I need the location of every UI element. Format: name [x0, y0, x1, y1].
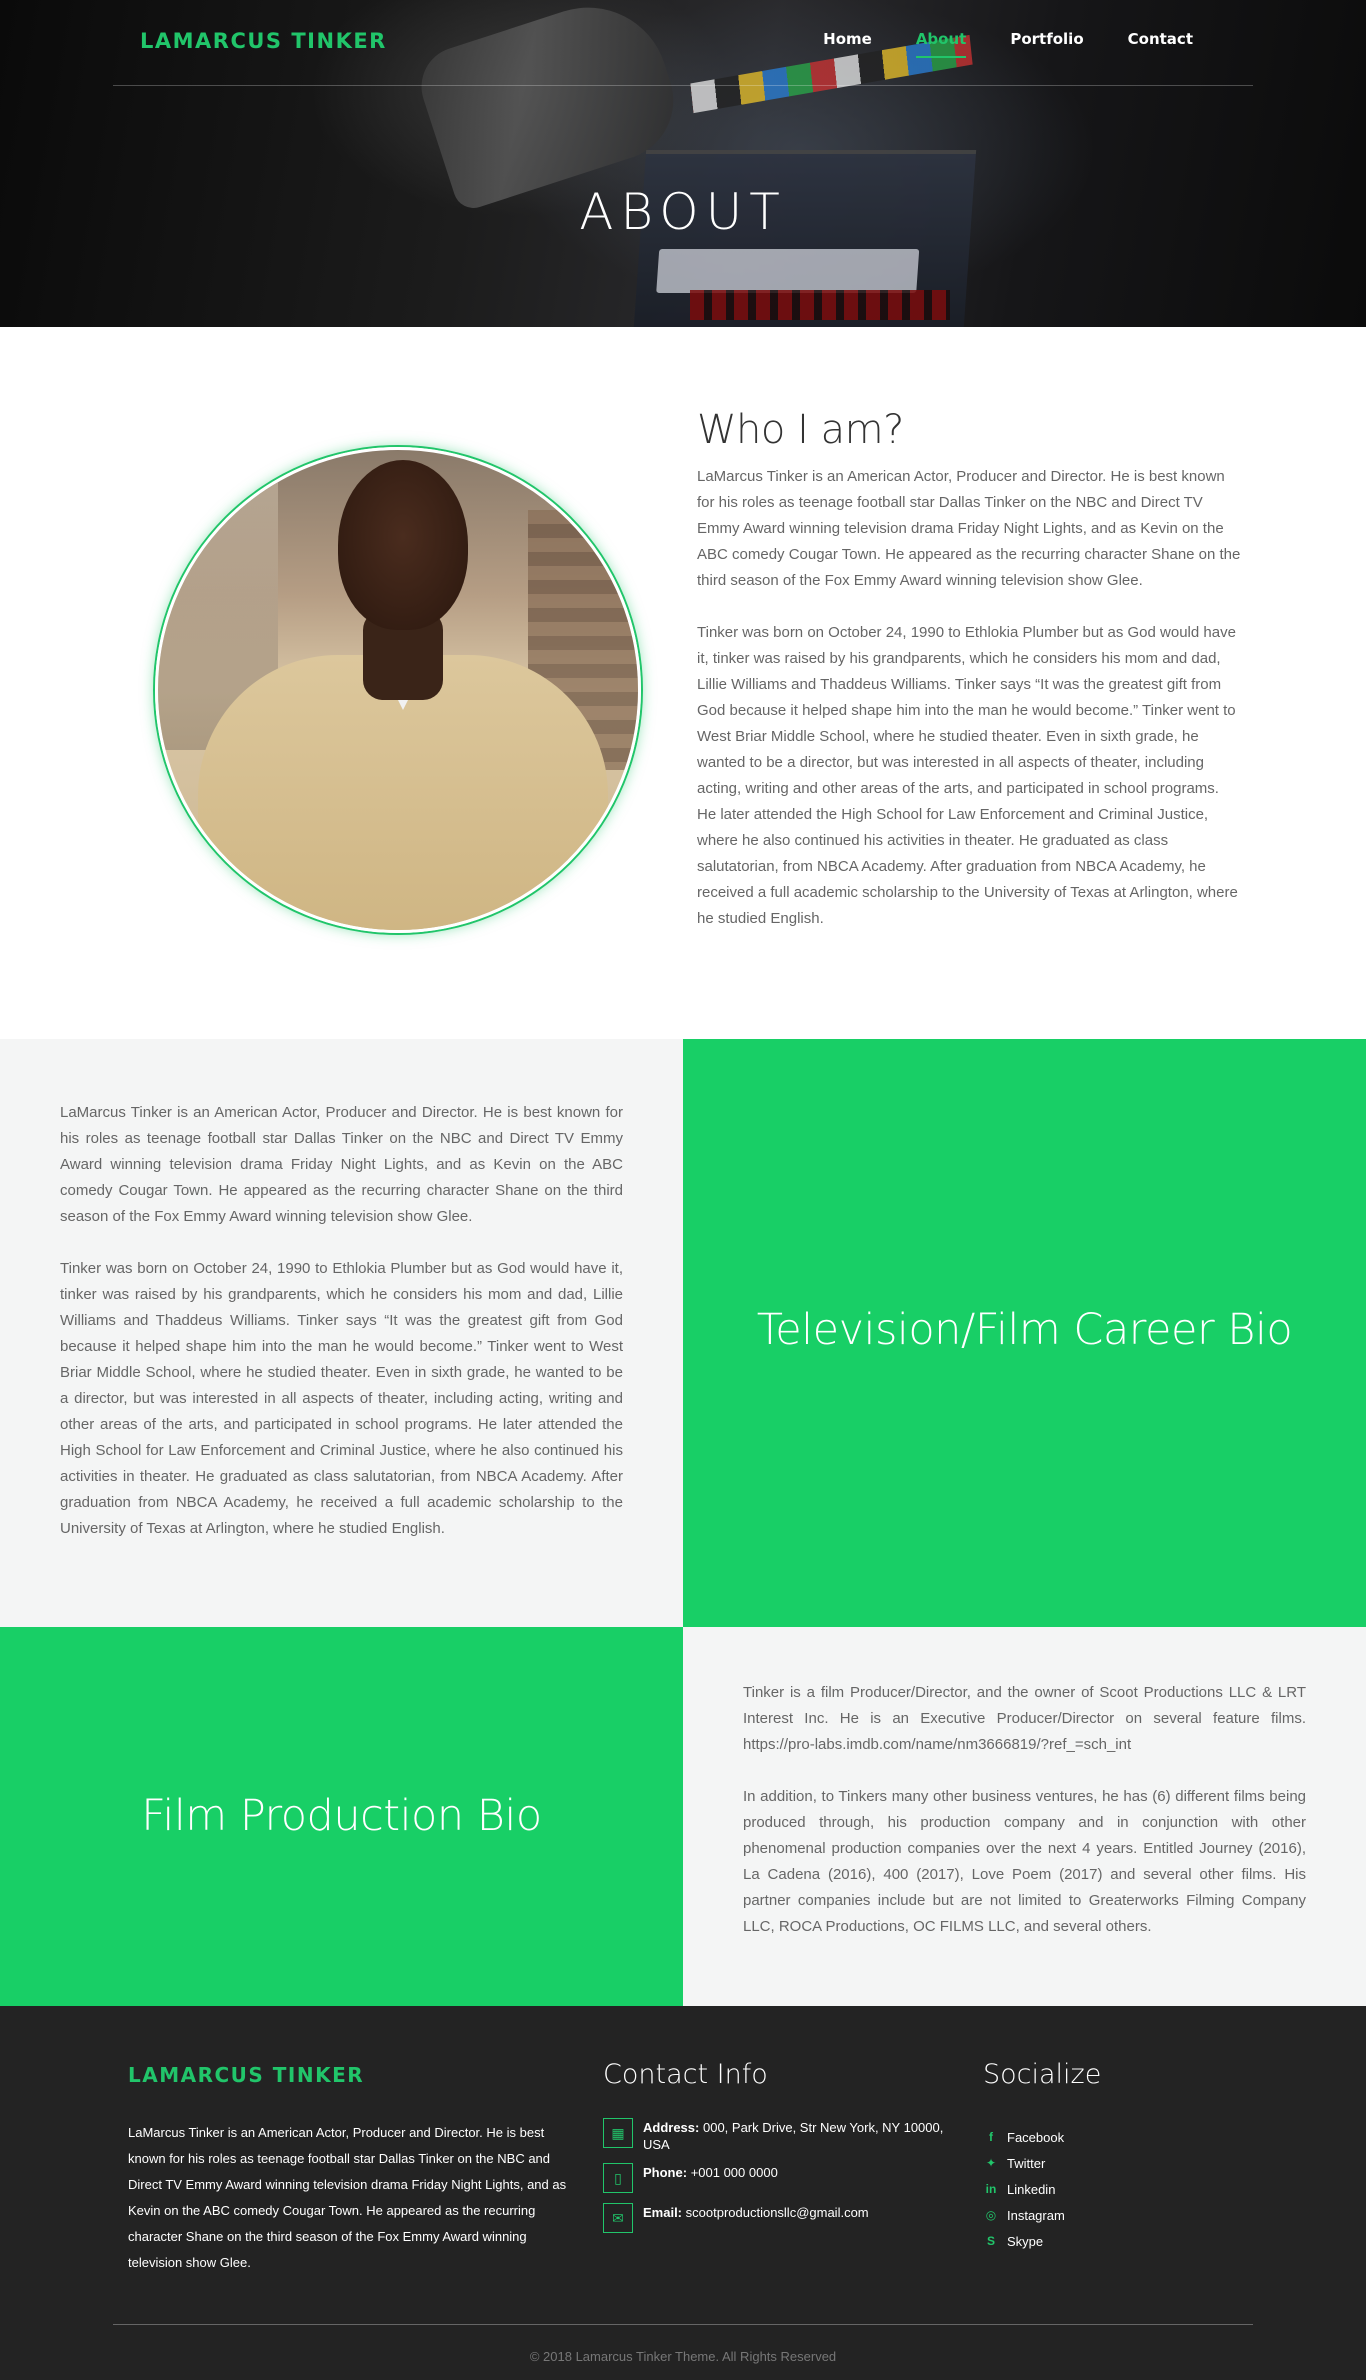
nav-item-home[interactable]: Home — [823, 30, 872, 58]
nav-menu: Home About Portfolio Contact — [823, 30, 1193, 58]
instagram-icon: ◎ — [985, 2208, 997, 2222]
linkedin-icon: in — [985, 2182, 997, 2196]
page-title: ABOUT — [579, 183, 787, 241]
who-paragraph: Tinker was born on October 24, 1990 to E… — [697, 624, 1238, 927]
facebook-icon: f — [989, 2130, 993, 2144]
site-footer: LAMARCUS TINKER LaMarcus Tinker is an Am… — [0, 2006, 1366, 2380]
contact-address-label: Address: — [643, 2120, 700, 2135]
production-paragraph: In addition, to Tinkers many other busin… — [743, 1788, 1306, 1935]
footer-divider — [113, 2324, 1253, 2325]
contact-phone-label: Phone: — [643, 2165, 688, 2180]
nav-item-portfolio[interactable]: Portfolio — [1010, 30, 1083, 58]
production-bio-row: Film Production Bio Tinker is a film Pro… — [0, 1627, 1366, 2006]
footer-about-text: LaMarcus Tinker is an American Actor, Pr… — [128, 2125, 567, 2270]
contact-email: ✉ Email: scootproductionsllc@gmail.com — [603, 2203, 963, 2233]
who-paragraph: LaMarcus Tinker is an American Actor, Pr… — [697, 468, 1241, 589]
production-bio-heading: Film Production Bio — [141, 1791, 542, 1841]
who-i-am-section: Who I am? LaMarcus Tinker is an American… — [0, 327, 1366, 1039]
socialize-heading: Socialize — [983, 2059, 1102, 2090]
social-link-skype[interactable]: S Skype — [983, 2228, 1065, 2254]
production-paragraph: Tinker is a film Producer/Director, and … — [743, 1684, 1306, 1753]
mail-icon: ✉ — [603, 2203, 633, 2233]
phone-icon: ▯ — [603, 2163, 633, 2193]
career-paragraph: Tinker was born on October 24, 1990 to E… — [60, 1260, 623, 1537]
contact-phone-value[interactable]: +001 000 0000 — [691, 2165, 778, 2180]
career-bio-row: LaMarcus Tinker is an American Actor, Pr… — [0, 1039, 1366, 1627]
career-bio-text-panel: LaMarcus Tinker is an American Actor, Pr… — [0, 1039, 683, 1627]
contact-phone: ▯ Phone: +001 000 0000 — [603, 2163, 963, 2193]
portrait-head — [338, 460, 468, 630]
who-body: LaMarcus Tinker is an American Actor, Pr… — [697, 464, 1242, 932]
career-bio-heading: Television/Film Career Bio — [756, 1305, 1293, 1355]
contact-info-heading: Contact Info — [603, 2059, 768, 2090]
twitter-icon: ✦ — [985, 2156, 997, 2170]
social-link-twitter[interactable]: ✦ Twitter — [983, 2150, 1065, 2176]
skype-icon: S — [986, 2234, 995, 2248]
profile-portrait — [155, 447, 641, 933]
nav-item-about[interactable]: About — [915, 30, 967, 58]
copyright-text: © 2018 Lamarcus Tinker Theme. All Rights… — [529, 2349, 837, 2364]
production-bio-body: Tinker is a film Producer/Director, and … — [743, 1680, 1306, 1940]
top-navigation: LAMARCUS TINKER Home About Portfolio Con… — [113, 0, 1253, 86]
career-bio-title-panel: Television/Film Career Bio — [683, 1039, 1366, 1627]
social-label: Twitter — [1007, 2155, 1046, 2171]
map-icon: ▦ — [603, 2118, 633, 2148]
social-link-facebook[interactable]: f Facebook — [983, 2124, 1065, 2150]
hero-timecode-leds — [690, 290, 950, 320]
contact-email-label: Email: — [643, 2205, 683, 2220]
contact-address: ▦ Address: 000, Park Drive, Str New York… — [603, 2118, 963, 2153]
social-label: Instagram — [1007, 2207, 1065, 2223]
career-bio-body: LaMarcus Tinker is an American Actor, Pr… — [60, 1100, 623, 1542]
social-list: f Facebook ✦ Twitter in Linkedin ◎ Insta… — [983, 2124, 1065, 2254]
social-label: Linkedin — [1007, 2181, 1056, 2197]
production-bio-text-panel: Tinker is a film Producer/Director, and … — [683, 1627, 1366, 2006]
contact-list: ▦ Address: 000, Park Drive, Str New York… — [603, 2118, 963, 2243]
social-label: Skype — [1007, 2233, 1044, 2249]
contact-email-value[interactable]: scootproductionsllc@gmail.com — [686, 2205, 869, 2220]
social-label: Facebook — [1007, 2129, 1065, 2145]
hero-banner: LAMARCUS TINKER Home About Portfolio Con… — [0, 0, 1366, 327]
footer-logo[interactable]: LAMARCUS TINKER — [128, 2063, 364, 2087]
career-paragraph: LaMarcus Tinker is an American Actor, Pr… — [60, 1104, 623, 1225]
social-link-linkedin[interactable]: in Linkedin — [983, 2176, 1065, 2202]
site-logo[interactable]: LAMARCUS TINKER — [140, 29, 387, 53]
clapper-slate — [656, 249, 920, 293]
social-link-instagram[interactable]: ◎ Instagram — [983, 2202, 1065, 2228]
nav-item-contact[interactable]: Contact — [1128, 30, 1193, 58]
who-heading: Who I am? — [697, 407, 904, 453]
production-bio-title-panel: Film Production Bio — [0, 1627, 683, 2006]
